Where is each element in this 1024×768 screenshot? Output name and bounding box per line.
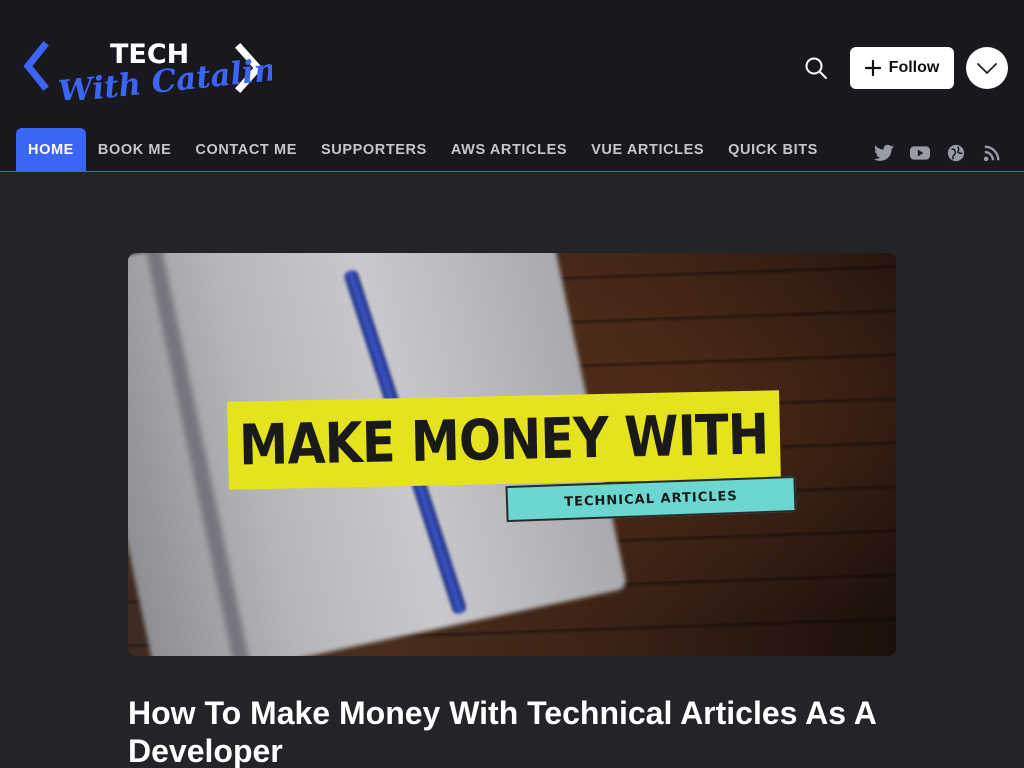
rss-icon[interactable] bbox=[982, 143, 1002, 163]
cover-headline-banner: MAKE MONEY WITH bbox=[227, 390, 781, 490]
cover-headline: MAKE MONEY WITH bbox=[238, 401, 770, 479]
youtube-icon[interactable] bbox=[910, 143, 930, 163]
follow-label: Follow bbox=[888, 59, 940, 76]
cover-image[interactable]: MAKE MONEY WITH TECHNICAL ARTICLES bbox=[128, 253, 896, 656]
profile-menu-button[interactable] bbox=[966, 47, 1008, 89]
search-button[interactable] bbox=[798, 50, 834, 86]
chevron-down-icon bbox=[977, 63, 997, 74]
plus-icon bbox=[864, 60, 881, 76]
follow-button[interactable]: Follow bbox=[850, 47, 954, 89]
twitter-icon[interactable] bbox=[874, 143, 894, 163]
post-title: How To Make Money With Technical Article… bbox=[128, 695, 876, 768]
nav-item-vue-articles[interactable]: VUE ARTICLES bbox=[579, 128, 716, 172]
nav-item-home[interactable]: HOME bbox=[16, 128, 86, 172]
site-logo[interactable]: TECH With Catalin bbox=[22, 36, 272, 100]
header-actions: Follow bbox=[798, 47, 1008, 89]
search-icon bbox=[805, 57, 827, 79]
nav-item-aws-articles[interactable]: AWS ARTICLES bbox=[439, 128, 579, 172]
social-links bbox=[858, 143, 1002, 163]
site-header: TECH With Catalin Follow HOME BOOK ME CO… bbox=[0, 0, 1024, 172]
nav-item-supporters[interactable]: SUPPORTERS bbox=[309, 128, 439, 172]
nav-item-book-me[interactable]: BOOK ME bbox=[86, 128, 183, 172]
nav-item-contact-me[interactable]: CONTACT ME bbox=[183, 128, 309, 172]
nav-item-quick-bits[interactable]: QUICK BITS bbox=[716, 128, 830, 172]
main-nav: HOME BOOK ME CONTACT ME SUPPORTERS AWS A… bbox=[16, 128, 830, 172]
globe-icon[interactable] bbox=[946, 143, 966, 163]
cover-subheadline: TECHNICAL ARTICLES bbox=[564, 488, 738, 510]
